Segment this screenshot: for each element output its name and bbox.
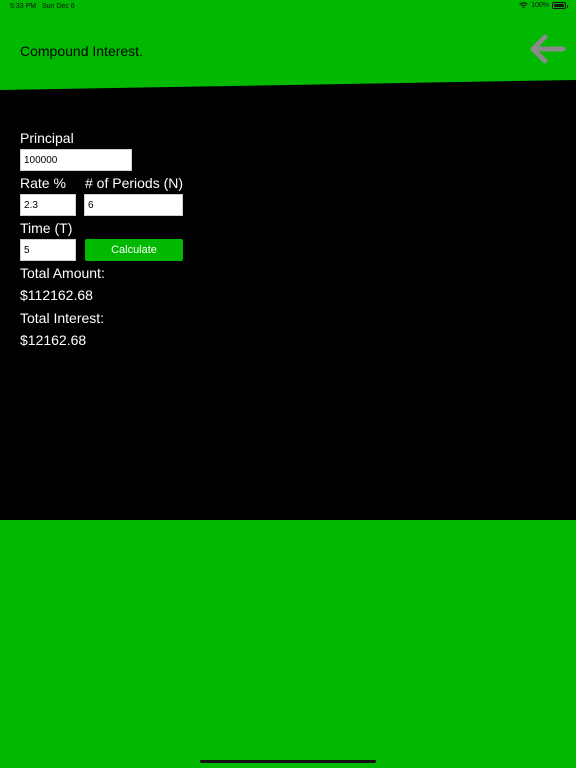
status-bar: 5:33 PM Sun Dec 6 100% [0, 0, 576, 14]
home-indicator [200, 760, 376, 763]
principal-label: Principal [20, 130, 74, 146]
time-input[interactable] [20, 239, 76, 261]
periods-label: # of Periods (N) [85, 175, 184, 191]
time-label: Time (T) [20, 220, 73, 236]
wifi-icon [519, 2, 528, 9]
status-date: Sun Dec 6 [42, 3, 75, 10]
status-indicators: 100% [519, 2, 568, 9]
rate-input[interactable] [20, 194, 76, 216]
total-amount-value: $112162.68 [20, 287, 93, 303]
page-title: Compound Interest. [20, 43, 143, 59]
arrow-left-icon [530, 34, 566, 64]
total-interest-label: Total Interest: [20, 310, 105, 326]
battery-icon [552, 2, 568, 9]
principal-input[interactable] [20, 149, 132, 171]
total-amount-label: Total Amount: [20, 265, 105, 281]
periods-input[interactable] [84, 194, 183, 216]
calculate-button[interactable]: Calculate [85, 239, 183, 261]
total-interest-value: $12162.68 [20, 332, 87, 348]
back-button[interactable] [530, 34, 566, 64]
rate-label: Rate % [20, 175, 66, 191]
status-time: 5:33 PM [10, 3, 37, 10]
battery-percent: 100% [531, 2, 549, 9]
